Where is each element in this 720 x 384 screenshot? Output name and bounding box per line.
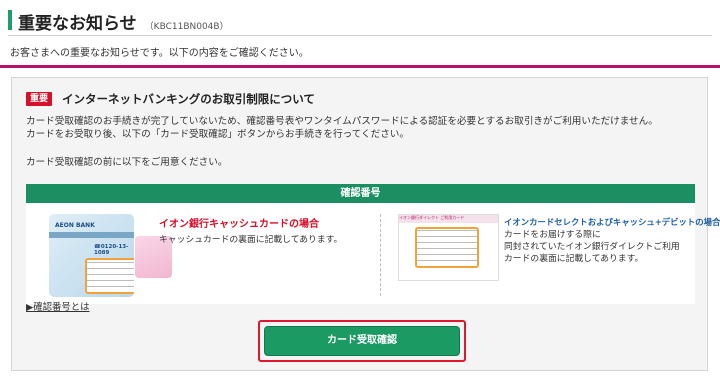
card-brand-label: AEON BANK [55, 222, 95, 229]
cash-card-desc: キャッシュカードの裏面に記載してあります。 [159, 235, 343, 245]
card-stripe [49, 232, 134, 238]
direct-card-image: イオン銀行ダイレクト ご利用カード [398, 214, 499, 281]
direct-card-code-grid [415, 227, 479, 268]
direct-card-desc-line1: カードをお届けする際に [504, 230, 601, 240]
notice-prepare-text: カード受取確認の前に以下をご用意ください。 [26, 157, 228, 168]
section-divider [0, 65, 720, 68]
card-code-grid [85, 258, 134, 294]
notice-body-line1: カード受取確認のお手続きが完了していないため、確認番号表やワンタイムパスワードに… [26, 116, 658, 127]
confirmation-number-box: 確認番号 AEON BANK ☎0120-13-1089 イオン銀行キャッシュカ… [26, 184, 720, 304]
page-title: 重要なお知らせ （KBC11BN004B） [18, 9, 229, 34]
intro-text: お客さまへの重要なお知らせです。以下の内容をご確認ください。 [10, 48, 309, 59]
page-title-text: 重要なお知らせ [18, 14, 137, 34]
about-confirmation-number-link[interactable]: ▶確認番号とは [26, 299, 89, 313]
direct-card-desc-line2: 同封されていたイオン銀行ダイレクトご利用 [504, 242, 680, 252]
notice-body-line2: カードをお受取り後、以下の「カード受取確認」ボタンからお手続きを行ってください。 [26, 129, 409, 140]
direct-card-title: イオンカードセレクトおよびキャッシュ+デビットの場合 [504, 217, 720, 227]
title-divider [8, 35, 712, 36]
confirmation-number-header: 確認番号 [26, 184, 695, 203]
direct-card-desc: カードをお届けする際に 同封されていたイオン銀行ダイレクトご利用 カードの裏面に… [504, 229, 680, 265]
page-header: 重要なお知らせ （KBC11BN004B） [0, 0, 720, 40]
notice-body: カード受取確認のお手続きが完了していないため、確認番号表やワンタイムパスワードに… [26, 115, 658, 141]
direct-card-header: イオン銀行ダイレクト ご利用カード [399, 215, 498, 223]
important-badge: 重要 [26, 92, 53, 106]
direct-card-desc-line3: カードの裏面に記載してあります。 [504, 254, 644, 264]
title-accent-bar [8, 10, 12, 30]
notice-panel: 重要 インターネットバンキングのお取引制限について カード受取確認のお手続きが完… [11, 77, 720, 371]
cash-card-title: イオン銀行キャッシュカードの場合 [159, 219, 319, 230]
notice-title: インターネットバンキングのお取引制限について [62, 92, 315, 106]
cash-card-image: AEON BANK ☎0120-13-1089 [49, 214, 134, 297]
card-phone-label: ☎0120-13-1089 [94, 244, 129, 256]
card-receipt-confirm-button[interactable]: カード受取確認 [264, 326, 460, 356]
column-divider [380, 214, 381, 296]
page-code: （KBC11BN004B） [144, 22, 229, 32]
